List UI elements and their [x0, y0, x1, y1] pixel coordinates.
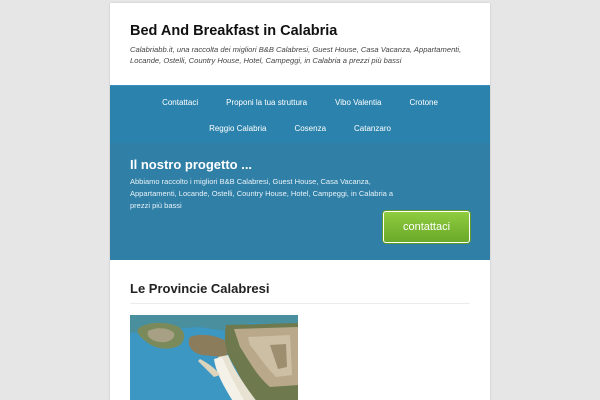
section-title: Le Provincie Calabresi — [130, 281, 270, 296]
hero-text: Abbiamo raccolto i migliori B&B Calabres… — [130, 177, 394, 210]
site-description: Calabriabb.it, una raccolta dei migliori… — [130, 45, 462, 65]
section-divider — [130, 303, 470, 304]
nav-item-contattaci[interactable]: Contattaci — [148, 96, 212, 109]
site-title-link[interactable]: Bed And Breakfast in Calabria — [130, 23, 337, 39]
contattaci-button[interactable]: contattaci — [383, 211, 470, 243]
nav-item-reggio-calabria[interactable]: Reggio Calabria — [195, 122, 280, 135]
nav-item-vibo-valentia[interactable]: Vibo Valentia — [321, 96, 395, 109]
nav-item-catanzaro[interactable]: Catanzaro — [340, 122, 405, 135]
coastline-aerial-photo — [130, 315, 298, 400]
nav-item-proponi-struttura[interactable]: Proponi la tua struttura — [212, 96, 321, 109]
nav-item-cosenza[interactable]: Cosenza — [280, 122, 340, 135]
nav-row-top: Contattaci Proponi la tua struttura Vibo… — [110, 96, 490, 109]
page-container: Bed And Breakfast in Calabria Calabriabb… — [110, 3, 490, 400]
site-header: Bed And Breakfast in Calabria Calabriabb… — [110, 3, 490, 85]
hero-banner: Il nostro progetto ... Abbiamo raccolto … — [110, 143, 490, 260]
nav-row-bottom: Reggio Calabria Cosenza Catanzaro — [110, 122, 490, 135]
main-navigation: Contattaci Proponi la tua struttura Vibo… — [110, 85, 490, 143]
nav-item-crotone[interactable]: Crotone — [395, 96, 451, 109]
hero-title: Il nostro progetto ... — [130, 157, 253, 172]
province-coast-image[interactable] — [130, 315, 298, 400]
